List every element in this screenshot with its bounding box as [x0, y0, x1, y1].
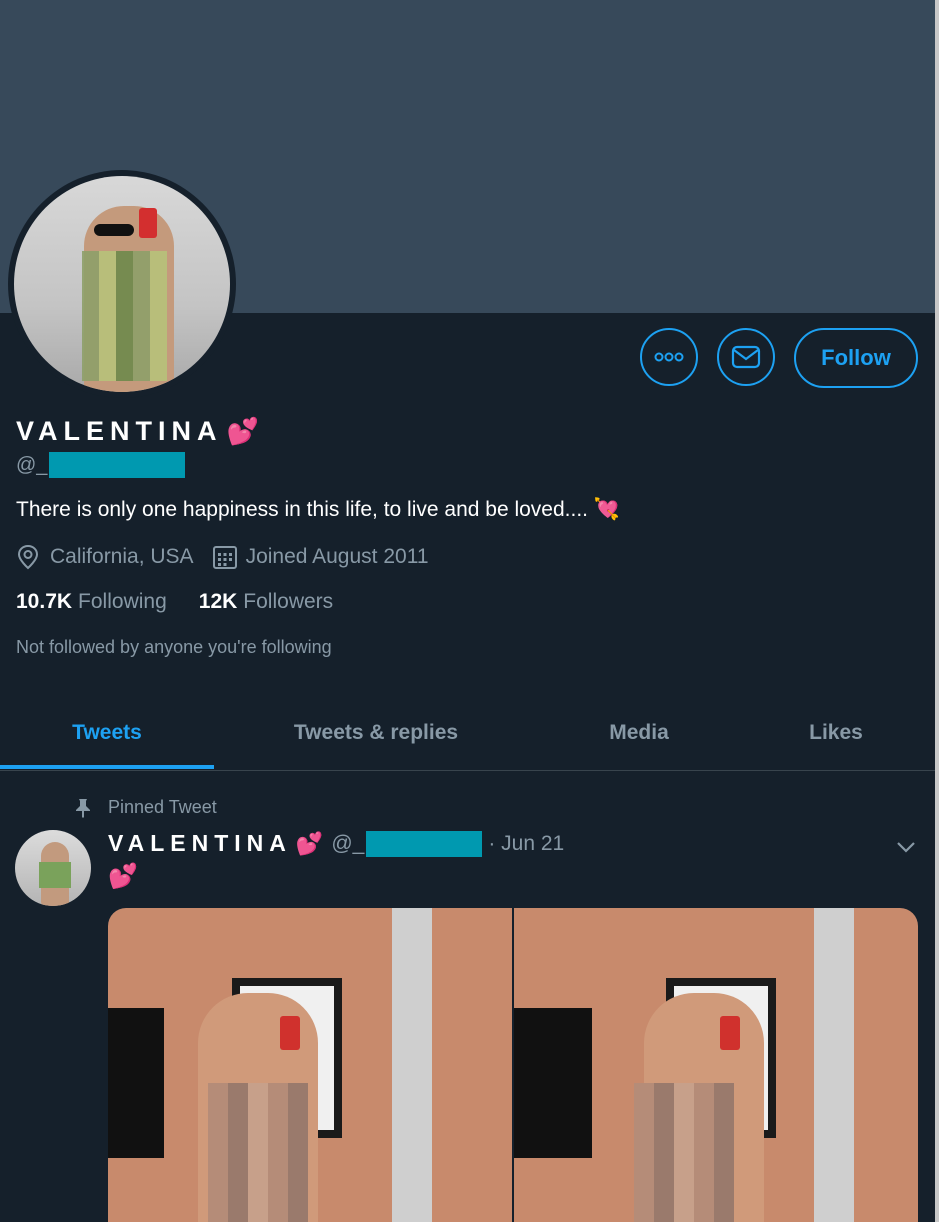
tweet-text: 💕 [108, 863, 138, 890]
bio-emoji: 💘 [593, 498, 620, 521]
photo-phone [280, 1016, 300, 1050]
location-pin-icon [16, 544, 42, 570]
joined-text: Joined August 2011 [245, 545, 429, 568]
avatar-pixelation [82, 251, 167, 381]
profile-bio: There is only one happiness in this life… [16, 498, 620, 522]
photo-phone [720, 1016, 740, 1050]
avatar-phone [139, 208, 157, 238]
avatar[interactable] [14, 176, 230, 392]
active-tab-indicator [0, 765, 214, 769]
photo-pixelation [208, 1083, 308, 1222]
photo-tv [108, 1008, 164, 1158]
tweet-date[interactable]: · Jun 21 [488, 832, 564, 856]
more-icon [654, 352, 684, 362]
followers-link[interactable]: 12K Followers [199, 590, 333, 614]
follow-button[interactable]: Follow [794, 328, 918, 388]
photo-mirror [814, 908, 854, 1222]
following-count: 10.7K [16, 590, 73, 613]
tweet-author-handle[interactable]: @_ [331, 830, 483, 857]
tweet-author-name[interactable]: VALENTINA [108, 830, 292, 857]
tab-media[interactable]: Media [560, 700, 718, 766]
profile-name: VALENTINA 💕 [16, 416, 259, 447]
tweet-handle-redaction [366, 830, 483, 857]
tweet-avatar-pixelation [39, 862, 71, 888]
following-link[interactable]: 10.7K Following [16, 590, 167, 614]
calendar-icon [212, 544, 238, 570]
tweet-author-emoji: 💕 [295, 830, 324, 856]
followers-label: Followers [243, 590, 334, 613]
tweet-photo-1[interactable] [108, 908, 512, 1222]
tab-likes[interactable]: Likes [756, 700, 916, 766]
tab-tweets-and-replies[interactable]: Tweets & replies [240, 700, 512, 766]
location-text: California, USA [50, 545, 194, 568]
following-label: Following [78, 590, 167, 613]
profile-meta: California, USA Joined August 2011 [16, 544, 429, 570]
avatar-sunglasses [94, 224, 134, 236]
tab-tweets[interactable]: Tweets [0, 700, 214, 766]
pin-icon [74, 798, 94, 818]
display-name: VALENTINA [16, 416, 223, 446]
photo-pixelation [634, 1083, 734, 1222]
message-button[interactable] [717, 328, 775, 386]
photo-mirror [392, 908, 432, 1222]
pinned-label: Pinned Tweet [74, 797, 217, 818]
profile-stats: 10.7K Following 12K Followers [16, 590, 333, 614]
pinned-text: Pinned Tweet [108, 797, 217, 817]
profile-tabs: Tweets Tweets & replies Media Likes [0, 700, 935, 771]
not-followed-note: Not followed by anyone you're following [16, 637, 332, 657]
followers-count: 12K [198, 590, 238, 613]
tweet-author-avatar[interactable] [15, 830, 91, 906]
more-options-button[interactable] [640, 328, 698, 386]
envelope-icon [731, 345, 761, 369]
name-emoji: 💕 [226, 416, 259, 446]
tweet-handle-prefix: @_ [331, 831, 365, 855]
handle-redaction [49, 452, 186, 478]
bio-text: There is only one happiness in this life… [16, 498, 594, 521]
profile-handle: @_ [16, 452, 186, 478]
tweet-photo-2[interactable] [514, 908, 918, 1222]
photo-tv [514, 1008, 592, 1158]
tweet-header: VALENTINA 💕 @_ · Jun 21 [108, 830, 564, 857]
tweet-media[interactable] [108, 908, 918, 1222]
handle-prefix: @_ [16, 453, 48, 476]
window-edge [935, 0, 939, 1222]
chevron-down-icon[interactable] [895, 836, 917, 858]
